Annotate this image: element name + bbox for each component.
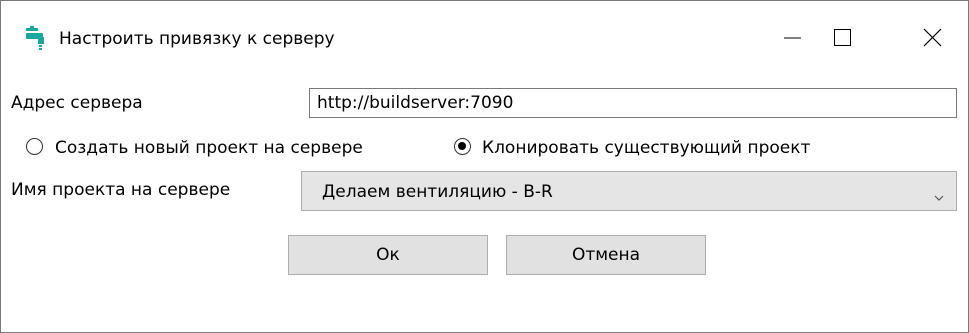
- close-button[interactable]: [912, 11, 968, 65]
- server-address-input[interactable]: [309, 88, 957, 118]
- close-icon: [923, 28, 942, 47]
- dialog-window: Настроить привязку к серверу Адрес серве…: [0, 0, 969, 333]
- maximize-button[interactable]: [819, 11, 875, 65]
- project-name-value: Делаем вентиляцию - В-R: [322, 182, 553, 202]
- cancel-button[interactable]: Отмена: [506, 235, 706, 275]
- window-title: Настроить привязку к серверу: [59, 29, 335, 49]
- create-new-project-label[interactable]: Создать новый проект на сервере: [55, 137, 363, 159]
- title-bar[interactable]: Настроить привязку к серверу: [1, 1, 968, 67]
- radio-selected-dot: [458, 142, 466, 150]
- project-mode-radio-group: Создать новый проект на сервере Клониров…: [19, 135, 959, 161]
- clone-existing-project-radio[interactable]: [454, 138, 471, 155]
- create-new-project-radio[interactable]: [26, 138, 43, 155]
- chevron-down-icon: [934, 187, 944, 207]
- server-address-label: Адрес сервера: [11, 93, 143, 113]
- project-name-label: Имя проекта на сервере: [11, 180, 231, 200]
- ok-button[interactable]: Ок: [288, 235, 488, 275]
- maximize-icon: [834, 29, 851, 46]
- clone-existing-project-label[interactable]: Клонировать существующий проект: [482, 137, 810, 159]
- faucet-icon: [23, 25, 49, 51]
- project-name-dropdown[interactable]: Делаем вентиляцию - В-R: [301, 171, 957, 211]
